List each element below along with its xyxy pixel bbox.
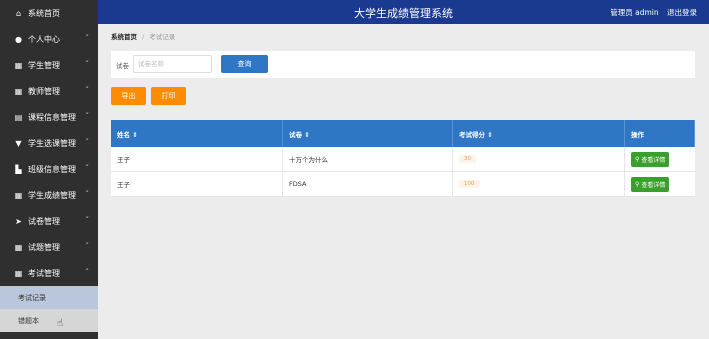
search-button[interactable]: 查询 <box>221 55 268 73</box>
chevron-down-icon: ˅ <box>85 164 90 172</box>
home-icon: ⌂ <box>15 8 22 18</box>
sidebar-item-label: 学生成绩管理 <box>28 190 76 200</box>
sidebar-item-label: 教师管理 <box>28 86 60 96</box>
chevron-down-icon: ˅ <box>85 216 90 224</box>
chevron-down-icon: ˅ <box>85 86 90 94</box>
sidebar-item-questions[interactable]: ▦ 试题管理 ˅ <box>0 234 98 260</box>
breadcrumb: 系统首页 / 考试记录 <box>111 31 175 41</box>
exam-submenu: 考试记录 错题本 <box>0 286 98 332</box>
sidebar-item-label: 试卷管理 <box>28 216 60 226</box>
cell-name: 王子 <box>111 147 283 171</box>
breadcrumb-separator: / <box>142 33 145 41</box>
sidebar-item-students[interactable]: ▦ 学生管理 ˅ <box>0 52 98 78</box>
view-details-button[interactable]: ⚲ 查看详情 <box>631 151 670 167</box>
breadcrumb-current: 考试记录 <box>149 33 176 41</box>
sidebar-item-label: 系统首页 <box>28 8 60 18</box>
submenu-item-wrong-book[interactable]: 错题本 <box>0 309 98 332</box>
mouse-cursor-icon: ☝ <box>57 318 64 329</box>
table-row: 王子 十万个为什么 30 ⚲ 查看详情 <box>111 147 695 172</box>
view-details-label: 查看详情 <box>641 181 666 189</box>
export-button[interactable]: 导出 <box>111 87 146 105</box>
score-badge: 100 <box>459 180 480 188</box>
sidebar-item-label: 学生管理 <box>28 60 60 70</box>
column-header-name[interactable]: 姓名 ⇕ <box>111 120 283 147</box>
doc-icon: ▤ <box>14 112 23 122</box>
current-user: 管理员 admin <box>610 8 659 17</box>
cell-paper: FDSA <box>283 172 453 196</box>
chevron-down-icon: ˅ <box>85 190 90 198</box>
score-badge: 30 <box>459 155 476 163</box>
top-bar: 大学生成绩管理系统 管理员 admin 退出登录 <box>98 0 709 24</box>
submenu-item-exam-records[interactable]: 考试记录 <box>0 286 98 309</box>
chevron-up-icon: ˄ <box>85 268 90 276</box>
comment-icon: ▼ <box>15 138 22 148</box>
cell-actions: ⚲ 查看详情 <box>625 172 695 196</box>
view-details-label: 查看详情 <box>641 156 666 164</box>
chevron-down-icon: ˅ <box>85 112 90 120</box>
sidebar-item-label: 班级信息管理 <box>28 164 76 174</box>
grid-icon: ▦ <box>14 190 23 200</box>
send-icon: ➤ <box>15 216 22 226</box>
sidebar-item-grades[interactable]: ▦ 学生成绩管理 ˅ <box>0 182 98 208</box>
sidebar-item-home[interactable]: ⌂ 系统首页 <box>0 0 98 26</box>
chevron-down-icon: ˅ <box>85 138 90 146</box>
breadcrumb-home[interactable]: 系统首页 <box>111 33 137 41</box>
sidebar-item-label: 课程信息管理 <box>28 112 76 122</box>
column-header-actions: 操作 <box>625 120 695 147</box>
user-area: 管理员 admin 退出登录 <box>604 7 697 18</box>
exam-records-table: 姓名 ⇕ 试卷 ⇕ 考试得分 ⇕ 操作 王子 十万个为什么 30 ⚲ 查看详情 王… <box>111 120 695 197</box>
building-icon: ▙ <box>15 164 22 174</box>
user-icon: ● <box>15 34 22 44</box>
column-header-paper[interactable]: 试卷 ⇕ <box>283 120 453 147</box>
grid-icon: ▦ <box>14 86 23 96</box>
chevron-down-icon: ˅ <box>85 34 90 42</box>
view-details-button[interactable]: ⚲ 查看详情 <box>631 176 670 192</box>
grid-icon: ▦ <box>14 60 23 70</box>
sidebar-item-teachers[interactable]: ▦ 教师管理 ˅ <box>0 78 98 104</box>
paper-name-input[interactable] <box>133 55 212 73</box>
sidebar-item-classes[interactable]: ▙ 班级信息管理 ˅ <box>0 156 98 182</box>
sidebar-item-label: 考试管理 <box>28 268 60 278</box>
sidebar-item-course-selection[interactable]: ▼ 学生选课管理 ˅ <box>0 130 98 156</box>
sidebar-item-label: 个人中心 <box>28 34 60 44</box>
search-icon: ⚲ <box>635 180 640 188</box>
search-panel: 试卷 查询 <box>111 51 695 78</box>
search-label: 试卷 <box>116 62 129 70</box>
logout-link[interactable]: 退出登录 <box>667 8 697 17</box>
table-header: 姓名 ⇕ 试卷 ⇕ 考试得分 ⇕ 操作 <box>111 120 695 147</box>
cell-score: 30 <box>453 147 625 171</box>
sidebar-item-personal[interactable]: ● 个人中心 ˅ <box>0 26 98 52</box>
chevron-down-icon: ˅ <box>85 242 90 250</box>
print-button[interactable]: 打印 <box>151 87 186 105</box>
sidebar-item-exams[interactable]: ▦ 考试管理 ˄ <box>0 260 98 286</box>
cell-name: 王子 <box>111 172 283 196</box>
sidebar: ⌂ 系统首页 ● 个人中心 ˅ ▦ 学生管理 ˅ ▦ 教师管理 ˅ ▤ 课程信息… <box>0 0 98 339</box>
grid-icon: ▦ <box>14 268 23 278</box>
cell-actions: ⚲ 查看详情 <box>625 147 695 171</box>
cell-paper: 十万个为什么 <box>283 147 453 171</box>
sidebar-item-courses[interactable]: ▤ 课程信息管理 ˅ <box>0 104 98 130</box>
table-row: 王子 FDSA 100 ⚲ 查看详情 <box>111 172 695 197</box>
sidebar-item-label: 试题管理 <box>28 242 60 252</box>
sidebar-item-label: 学生选课管理 <box>28 138 76 148</box>
search-icon: ⚲ <box>635 155 640 163</box>
column-header-score[interactable]: 考试得分 ⇕ <box>453 120 625 147</box>
cell-score: 100 <box>453 172 625 196</box>
grid-icon: ▦ <box>14 242 23 252</box>
chevron-down-icon: ˅ <box>85 60 90 68</box>
sidebar-item-papers[interactable]: ➤ 试卷管理 ˅ <box>0 208 98 234</box>
